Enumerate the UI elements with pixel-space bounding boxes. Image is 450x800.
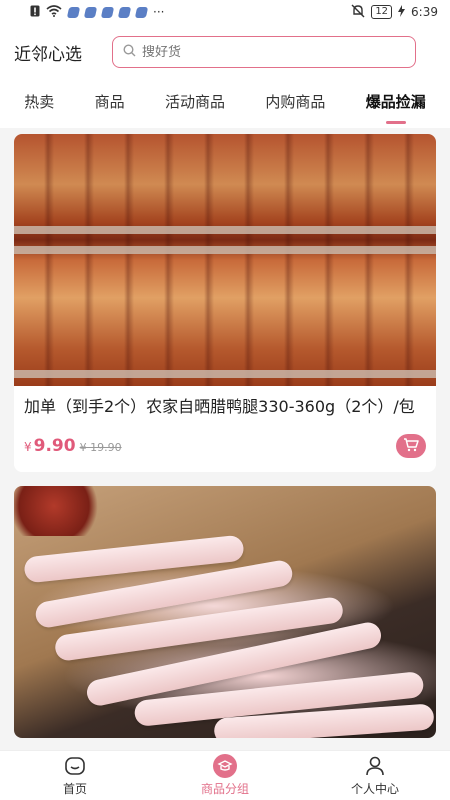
app-notification-icon — [134, 6, 149, 18]
product-list: 加单（到手2个）农家自晒腊鸭腿330-360g（2个）/包 ¥ 9.90 ¥ 1… — [0, 128, 450, 750]
status-bar: ··· 12 6:39 — [0, 0, 450, 24]
bottom-nav: 首页 商品分组 个人中心 — [0, 750, 450, 800]
product-image[interactable] — [14, 486, 436, 738]
product-image[interactable] — [14, 134, 436, 386]
app-notification-icon — [117, 6, 132, 18]
battery-level: 12 — [371, 5, 393, 19]
wifi-icon — [46, 4, 62, 20]
add-to-cart-button[interactable] — [396, 434, 426, 458]
product-info: 加单（到手2个）农家自晒腊鸭腿330-360g（2个）/包 ¥ 9.90 ¥ 1… — [14, 386, 436, 472]
search-input[interactable] — [142, 44, 342, 60]
app-notification-icon — [83, 6, 98, 18]
nav-home[interactable]: 首页 — [20, 754, 130, 797]
nav-label: 商品分组 — [200, 782, 249, 796]
header: 近邻心选 — [0, 24, 450, 80]
tab-activity-products[interactable]: 活动商品 — [165, 91, 225, 118]
nav-profile[interactable]: 个人中心 — [320, 754, 430, 797]
image-rail — [14, 226, 436, 234]
price-row: ¥ 9.90 ¥ 19.90 — [24, 434, 426, 458]
app-title: 近邻心选 — [14, 44, 82, 65]
search-icon — [123, 43, 136, 61]
clock: 6:39 — [411, 5, 438, 19]
image-rail — [14, 370, 436, 378]
status-left: ··· — [30, 4, 165, 20]
app-notification-icon — [66, 6, 81, 18]
alert-icon — [30, 5, 40, 20]
tab-internal-products[interactable]: 内购商品 — [265, 91, 325, 118]
nav-label: 个人中心 — [350, 782, 399, 796]
category-icon — [213, 754, 237, 778]
nav-category[interactable]: 商品分组 — [170, 754, 280, 797]
cart-icon — [403, 437, 419, 455]
image-rail — [14, 246, 436, 254]
image-garnish — [14, 486, 104, 536]
charging-icon — [398, 4, 406, 20]
mute-icon — [351, 4, 365, 21]
product-title[interactable]: 加单（到手2个）农家自晒腊鸭腿330-360g（2个）/包 — [24, 396, 426, 418]
original-price: ¥ 19.90 — [79, 441, 122, 454]
home-icon — [63, 754, 87, 778]
profile-icon — [363, 754, 387, 778]
price-group: ¥ 9.90 ¥ 19.90 — [24, 436, 122, 456]
tab-products[interactable]: 商品 — [95, 91, 125, 118]
sale-price: 9.90 — [33, 436, 76, 456]
currency-symbol: ¥ — [24, 440, 32, 454]
status-right: 12 6:39 — [351, 4, 438, 21]
product-card[interactable] — [14, 486, 436, 738]
app-notification-icon — [100, 6, 115, 18]
tab-hot-deals[interactable]: 爆品捡漏 — [366, 91, 426, 118]
tab-hot[interactable]: 热卖 — [24, 91, 54, 118]
more-notifications: ··· — [153, 5, 165, 19]
category-tabs: 热卖 商品 活动商品 内购商品 爆品捡漏 — [0, 80, 450, 128]
product-card[interactable]: 加单（到手2个）农家自晒腊鸭腿330-360g（2个）/包 ¥ 9.90 ¥ 1… — [14, 134, 436, 472]
search-box[interactable] — [112, 36, 416, 68]
nav-label: 首页 — [62, 782, 87, 796]
